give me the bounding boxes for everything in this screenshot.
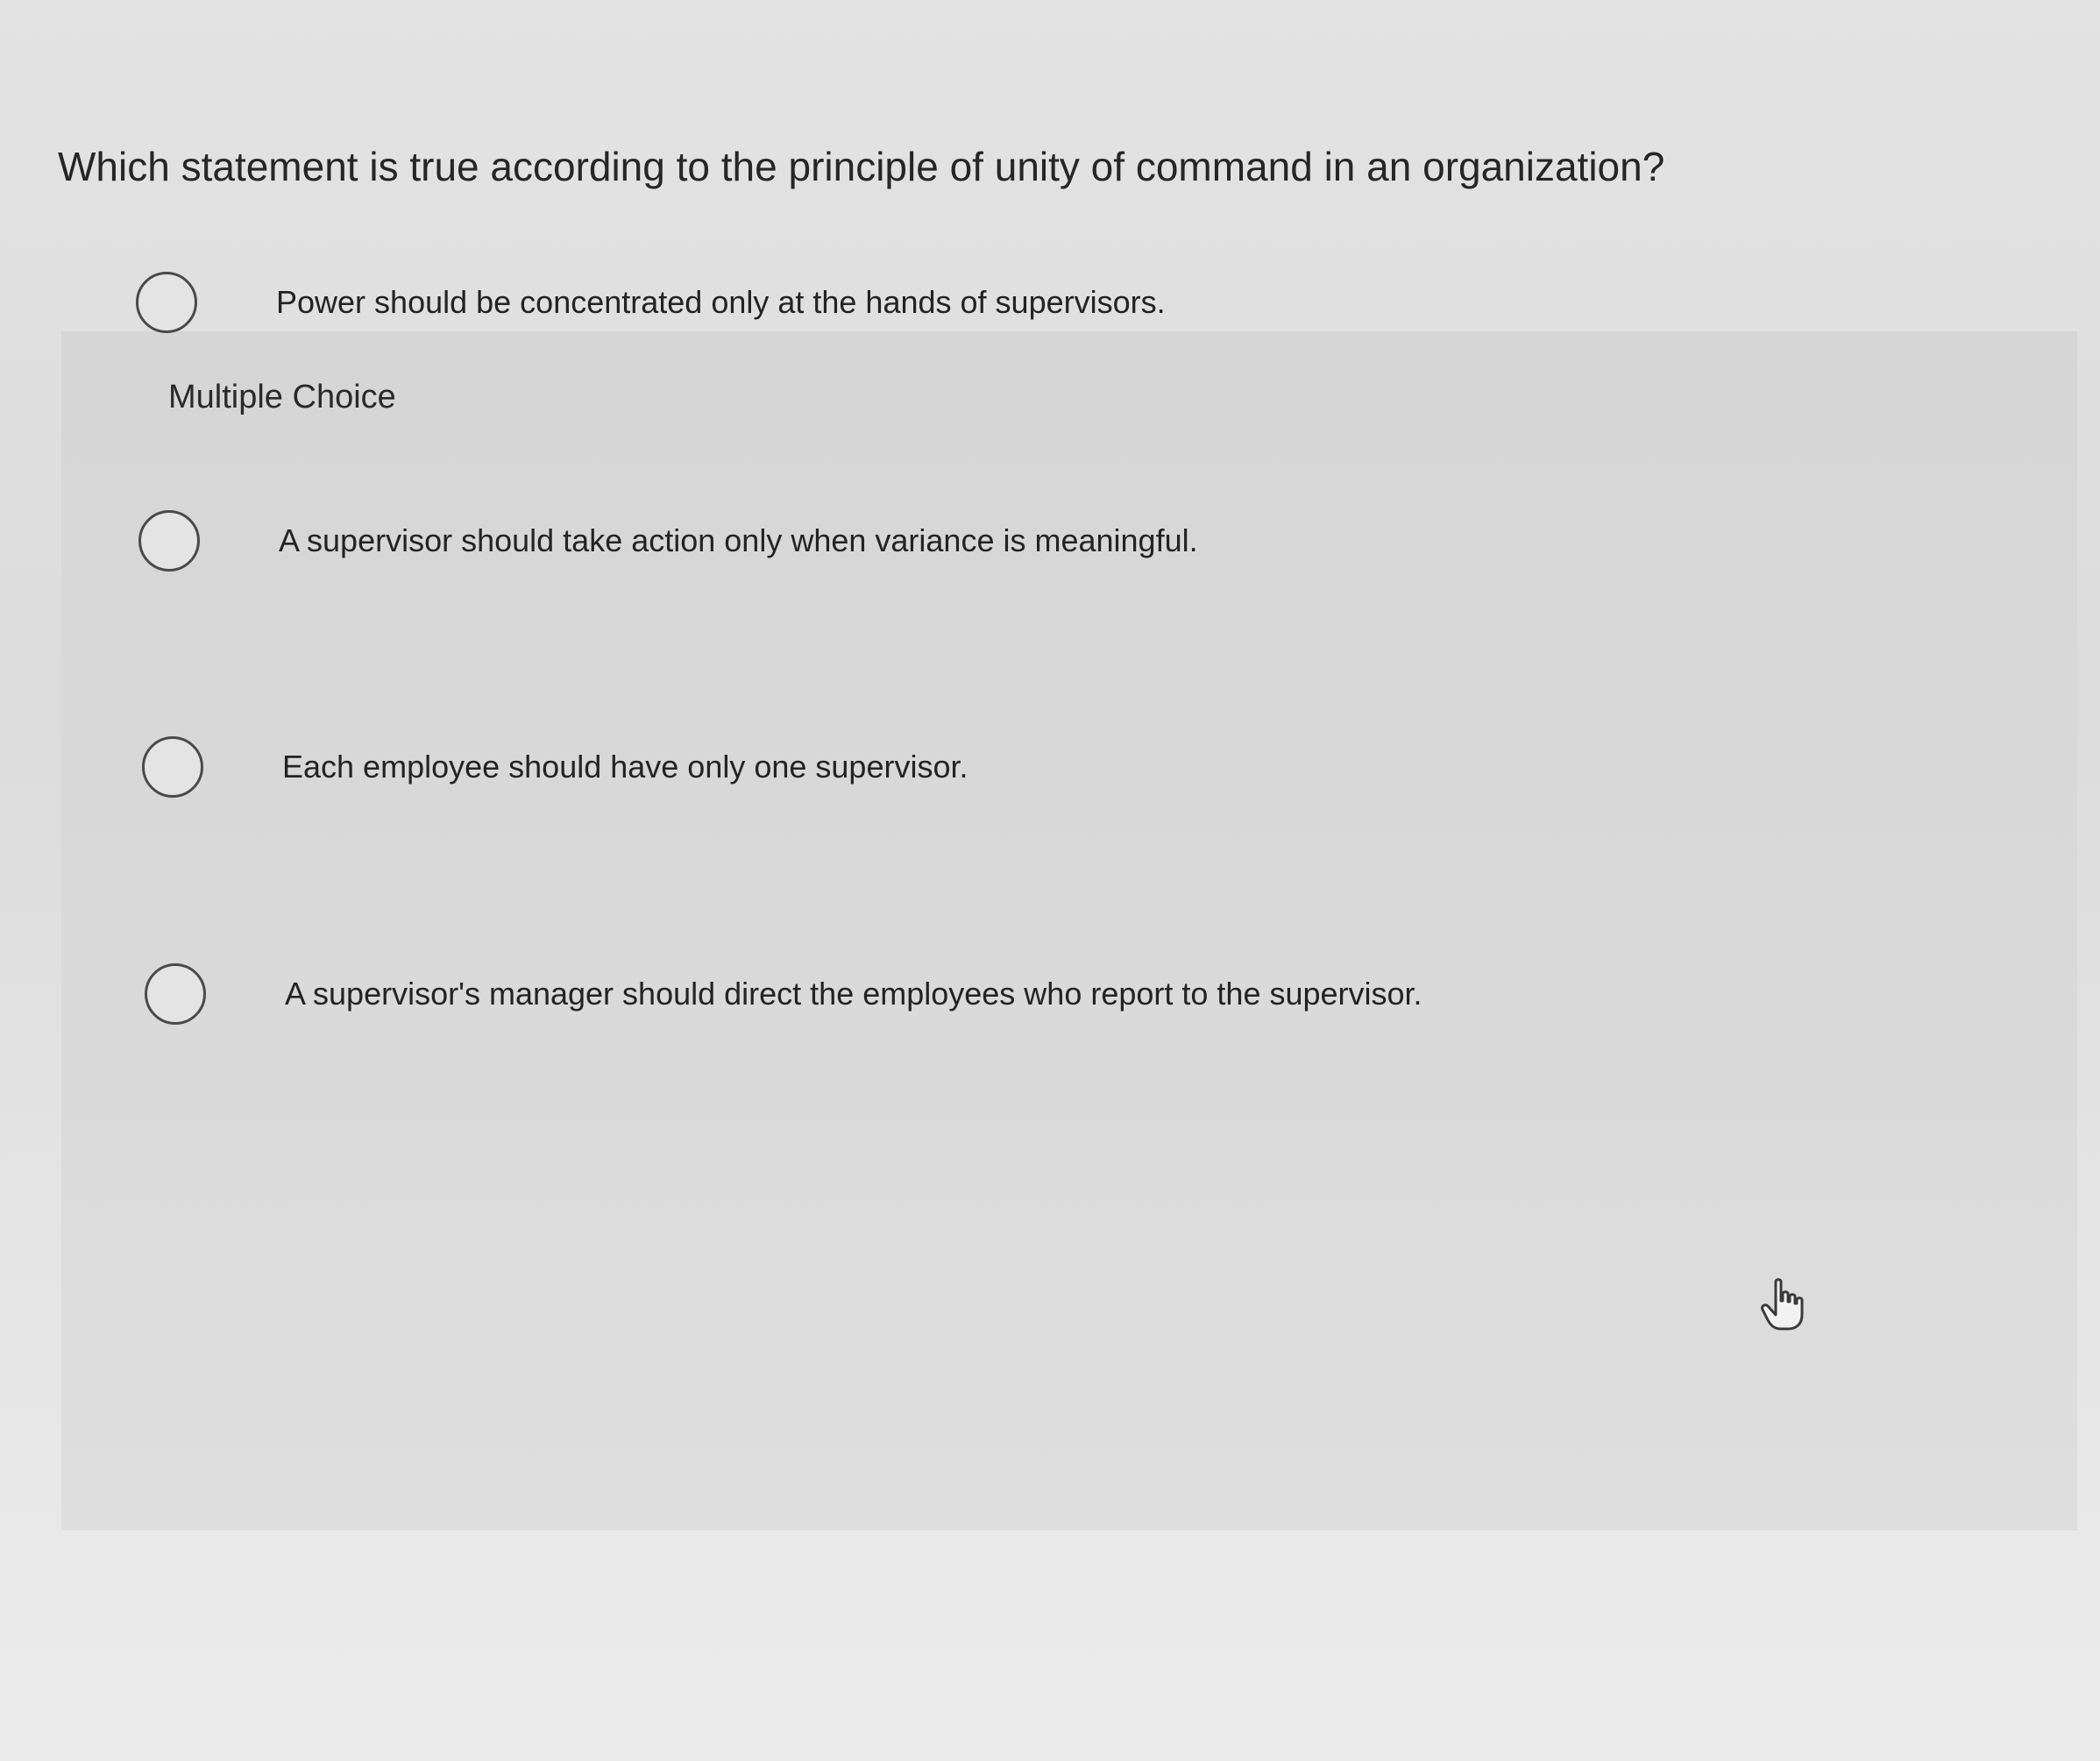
answer-options: Power should be concentrated only at the…: [0, 0, 2100, 1761]
answer-option-2[interactable]: A supervisor should take action only whe…: [138, 484, 1541, 598]
answer-option-label[interactable]: Each employee should have only one super…: [282, 747, 968, 787]
hand-pointer-icon: [1760, 1278, 1806, 1332]
radio-button-icon[interactable]: [145, 963, 206, 1025]
answer-option-label[interactable]: Power should be concentrated only at the…: [276, 282, 1166, 323]
radio-button-icon[interactable]: [142, 736, 203, 798]
answer-option-4[interactable]: A supervisor's manager should direct the…: [145, 937, 1722, 1051]
radio-button-icon[interactable]: [136, 272, 197, 333]
answer-option-1[interactable]: Power should be concentrated only at the…: [136, 245, 1538, 359]
answer-option-label[interactable]: A supervisor's manager should direct the…: [285, 974, 1422, 1014]
answer-option-3[interactable]: Each employee should have only one super…: [142, 710, 1544, 824]
radio-button-icon[interactable]: [138, 510, 200, 572]
answer-option-label[interactable]: A supervisor should take action only whe…: [279, 521, 1198, 561]
